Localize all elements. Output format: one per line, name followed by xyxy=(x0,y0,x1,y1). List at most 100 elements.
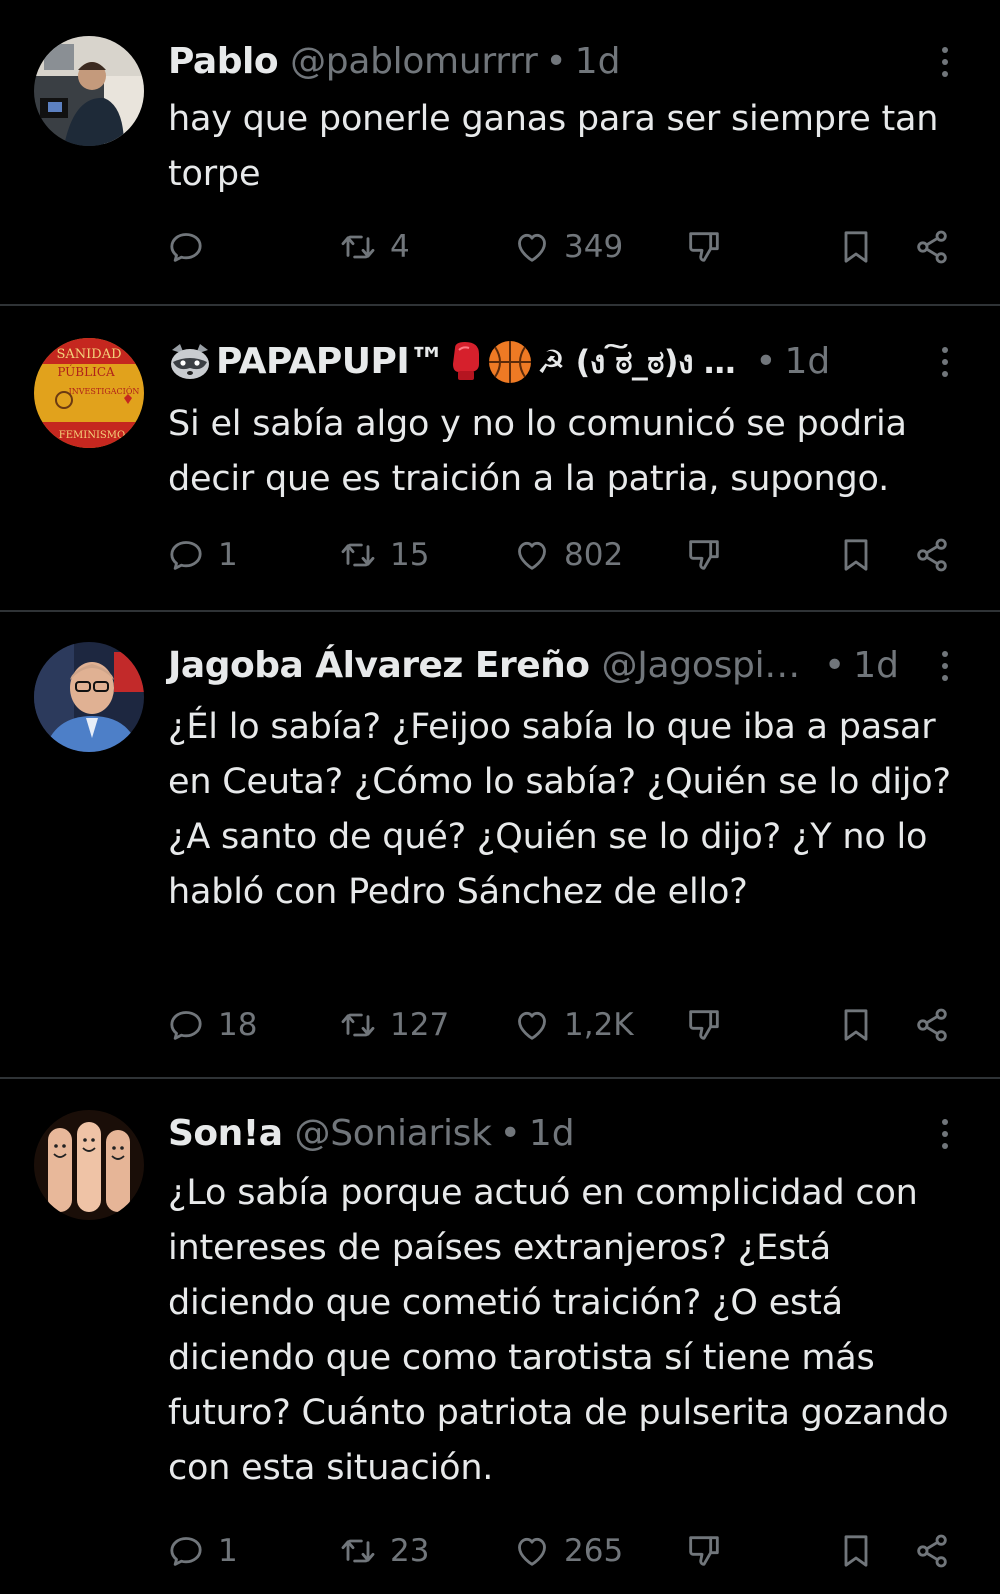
separator-dot: • xyxy=(545,41,567,82)
dislike-icon xyxy=(689,1010,719,1040)
bookmark-button[interactable] xyxy=(836,1000,888,1050)
tweet-text: ¿Él lo sabía? ¿Feijoo sabía lo que iba a… xyxy=(168,707,951,912)
timestamp[interactable]: 1d xyxy=(853,644,899,688)
divider xyxy=(0,1077,1000,1079)
more-icon[interactable] xyxy=(930,644,960,688)
reply-button[interactable]: 18 xyxy=(166,1000,257,1050)
divider xyxy=(0,304,1000,306)
reply-icon xyxy=(170,1011,202,1040)
dislike-button[interactable] xyxy=(684,222,736,272)
more-icon[interactable] xyxy=(930,340,960,384)
timestamp[interactable]: 1d xyxy=(575,40,621,84)
share-icon xyxy=(917,1008,947,1042)
like-icon xyxy=(518,1011,546,1040)
like-icon xyxy=(518,541,546,570)
avatar[interactable] xyxy=(34,642,144,752)
dislike-icon xyxy=(689,540,719,570)
reply-count: 18 xyxy=(218,1007,258,1043)
share-icon xyxy=(917,1534,947,1568)
dislike-icon xyxy=(689,1536,719,1566)
reply-button[interactable]: 1 xyxy=(166,530,238,580)
avatar-text-publica: PÚBLICA xyxy=(57,363,115,379)
avatar-text-investigacion: INVESTIGACIÓN xyxy=(69,387,140,396)
tweet-text: Si el sabía algo y no lo comunicó se pod… xyxy=(168,404,907,499)
timestamp[interactable]: 1d xyxy=(784,340,830,384)
avatar-text-feminismo: FEMINISMO xyxy=(59,430,125,441)
like-count: 265 xyxy=(564,1533,624,1569)
user-name[interactable]: Son!a xyxy=(168,1112,283,1156)
like-count: 349 xyxy=(564,229,624,265)
more-icon[interactable] xyxy=(930,40,960,84)
retweet-button[interactable]: 15 xyxy=(338,530,429,580)
user-name[interactable]: Jagoba Álvarez Ereño xyxy=(168,644,590,688)
separator-dot: • xyxy=(824,645,846,686)
separator-dot: • xyxy=(755,341,777,382)
bookmark-icon xyxy=(844,1535,868,1567)
retweet-count: 127 xyxy=(390,1007,450,1043)
dislike-button[interactable] xyxy=(684,530,736,580)
divider xyxy=(0,610,1000,612)
share-button[interactable] xyxy=(912,222,964,272)
retweet-button[interactable]: 127 xyxy=(338,1000,449,1050)
share-icon xyxy=(917,538,947,572)
retweet-button[interactable]: 4 xyxy=(338,222,410,272)
share-button[interactable] xyxy=(912,1000,964,1050)
user-name-part2[interactable]: ☭ (ง ͠ಠ_ಠ)ง … xyxy=(537,340,736,384)
tweet-text: hay que ponerle ganas para ser siempre t… xyxy=(168,99,939,194)
basketball-icon xyxy=(487,339,533,385)
like-button[interactable]: 1,2K xyxy=(512,1000,634,1050)
user-name-part1[interactable]: PAPAPUPI™ xyxy=(216,340,445,384)
reply-icon xyxy=(170,541,202,570)
bookmark-icon xyxy=(844,1009,868,1041)
action-bar: 4 349 xyxy=(0,222,1000,272)
bookmark-button[interactable] xyxy=(836,222,888,272)
share-icon xyxy=(917,230,947,264)
tweet-text: ¿Lo sabía porque actuó en complicidad co… xyxy=(168,1173,949,1488)
reply-icon xyxy=(170,1537,202,1566)
reply-icon xyxy=(170,233,202,262)
boxing-glove-icon xyxy=(449,340,483,384)
reply-button[interactable] xyxy=(166,222,218,272)
bookmark-button[interactable] xyxy=(836,1526,888,1576)
retweet-icon xyxy=(341,235,375,259)
reply-count: 1 xyxy=(218,1533,238,1569)
more-icon[interactable] xyxy=(930,1112,960,1156)
like-icon xyxy=(518,1537,546,1566)
bookmark-icon xyxy=(844,231,868,263)
user-handle[interactable]: @Jagospi… xyxy=(602,644,801,688)
avatar[interactable] xyxy=(34,36,144,146)
retweet-button[interactable]: 23 xyxy=(338,1526,429,1576)
timestamp[interactable]: 1d xyxy=(529,1112,575,1156)
retweet-icon xyxy=(341,543,375,567)
like-count: 1,2K xyxy=(564,1007,634,1043)
bookmark-icon xyxy=(844,539,868,571)
dislike-icon xyxy=(689,232,719,262)
action-bar: 1 23 265 xyxy=(0,1526,1000,1576)
like-button[interactable]: 802 xyxy=(512,530,623,580)
action-bar: 18 127 1,2K xyxy=(0,1000,1000,1050)
retweet-icon xyxy=(341,1539,375,1563)
like-count: 802 xyxy=(564,537,624,573)
avatar[interactable]: SANIDAD PÚBLICA INVESTIGACIÓN FEMINISMO xyxy=(34,338,144,448)
user-name[interactable]: Pablo xyxy=(168,40,279,84)
retweet-count: 15 xyxy=(390,537,430,573)
dislike-button[interactable] xyxy=(684,1000,736,1050)
reply-button[interactable]: 1 xyxy=(166,1526,238,1576)
retweet-icon xyxy=(341,1013,375,1037)
separator-dot: • xyxy=(499,1113,521,1154)
avatar-text-sanidad: SANIDAD xyxy=(56,347,121,362)
user-handle[interactable]: @Soniarisk xyxy=(295,1112,492,1156)
like-icon xyxy=(518,233,546,262)
like-button[interactable]: 349 xyxy=(512,222,623,272)
share-button[interactable] xyxy=(912,1526,964,1576)
bookmark-button[interactable] xyxy=(836,530,888,580)
reply-count: 1 xyxy=(218,537,238,573)
avatar[interactable] xyxy=(34,1110,144,1220)
share-button[interactable] xyxy=(912,530,964,580)
retweet-count: 4 xyxy=(390,229,410,265)
user-handle[interactable]: @pablomurrrr xyxy=(290,40,538,84)
dislike-button[interactable] xyxy=(684,1526,736,1576)
raccoon-emoji-icon xyxy=(168,342,212,382)
action-bar: 1 15 802 xyxy=(0,530,1000,580)
like-button[interactable]: 265 xyxy=(512,1526,623,1576)
